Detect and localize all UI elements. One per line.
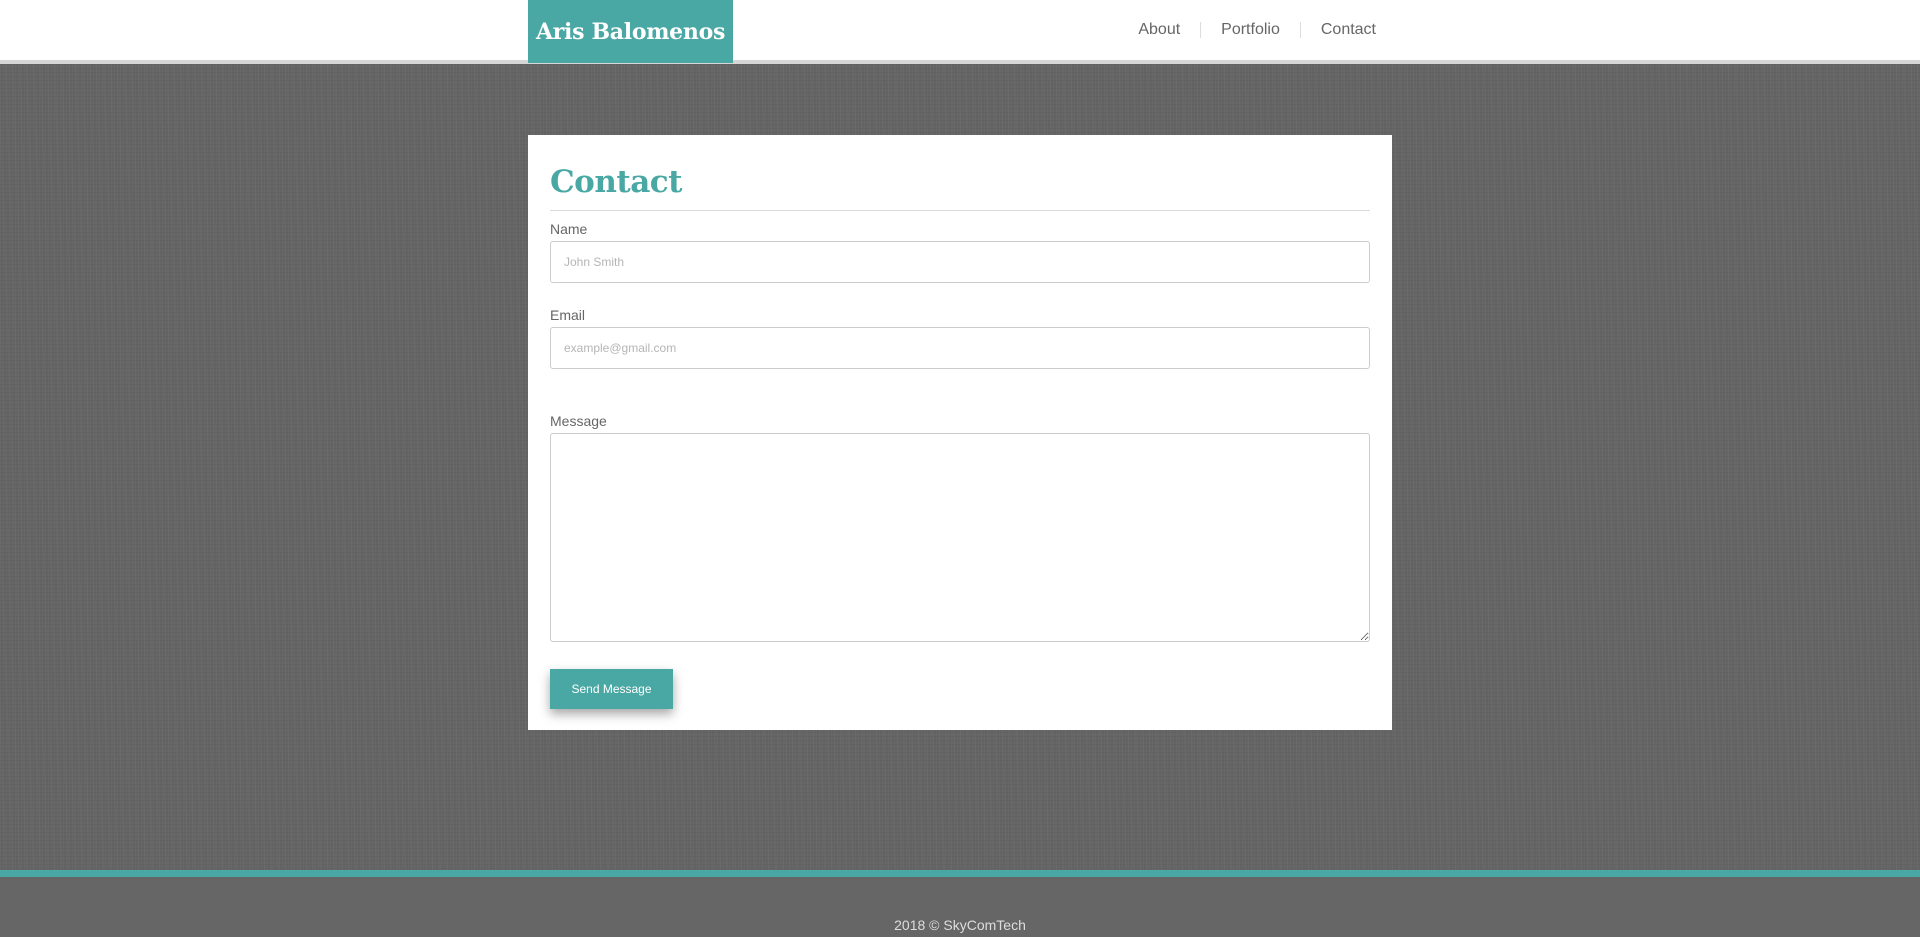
name-label: Name <box>550 221 588 237</box>
email-input[interactable] <box>550 327 1370 369</box>
nav-contact[interactable]: Contact <box>1299 22 1376 38</box>
site-footer: 2018 © SkyComTech <box>0 870 1920 937</box>
name-input[interactable] <box>550 241 1370 283</box>
nav-about[interactable]: About <box>1118 22 1200 38</box>
message-textarea[interactable] <box>550 433 1370 642</box>
brand-logo[interactable]: Aris Balomenos <box>528 0 733 63</box>
email-label: Email <box>550 307 586 323</box>
footer-copyright: 2018 © SkyComTech <box>894 917 1026 933</box>
nav-portfolio[interactable]: Portfolio <box>1200 22 1300 38</box>
main-nav: About Portfolio Contact <box>1118 0 1376 60</box>
contact-card: Contact Name Email Message Send Message <box>528 135 1392 730</box>
site-header: Aris Balomenos About Portfolio Contact <box>0 0 1920 64</box>
page-title: Contact <box>550 164 683 200</box>
title-divider <box>550 210 1370 211</box>
message-label: Message <box>550 413 607 429</box>
send-message-button[interactable]: Send Message <box>550 669 673 709</box>
